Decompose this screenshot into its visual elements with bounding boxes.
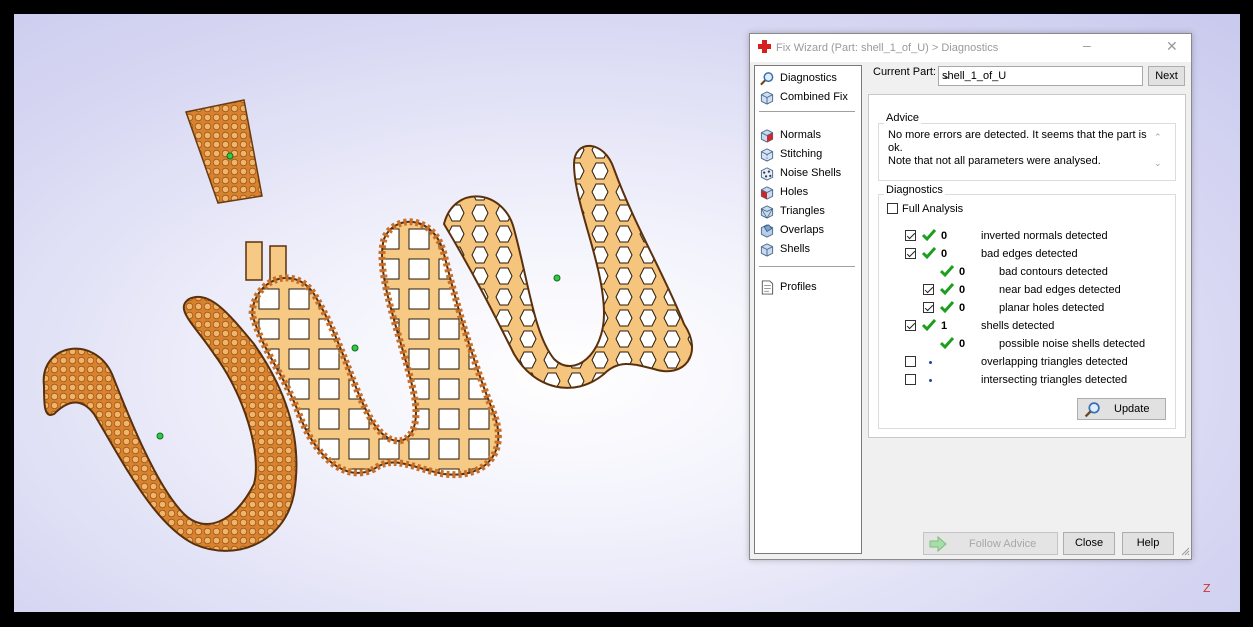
shells-text: shells detected — [981, 320, 1055, 332]
near-bad-edges-checkbox[interactable] — [923, 284, 934, 295]
bail-shape — [185, 99, 263, 204]
overlapping-triangles-checkbox[interactable] — [905, 356, 916, 367]
planar-holes-count: 0 — [959, 302, 966, 314]
follow-advice-label: Follow Advice — [969, 538, 1037, 550]
intersecting-triangles-checkbox[interactable] — [905, 374, 916, 385]
triangles-cube-icon — [760, 205, 774, 219]
chevron-down-icon: ⌄ — [942, 70, 952, 82]
overlapping-triangles-text: overlapping triangles detected — [981, 356, 1128, 368]
fix-wizard-dialog: Fix Wizard (Part: shell_1_of_U) > Diagno… — [749, 33, 1192, 560]
update-label: Update — [1114, 403, 1150, 415]
noise-shells-icon — [760, 167, 774, 181]
pending-dot-icon — [929, 379, 932, 382]
arrow-right-icon — [929, 536, 947, 552]
inverted-normals-checkbox[interactable] — [905, 230, 916, 241]
green-check-icon — [922, 229, 936, 242]
green-check-icon — [940, 283, 954, 296]
advice-line-1: No more errors are detected. It seems th… — [888, 129, 1147, 154]
pending-dot-icon — [929, 361, 932, 364]
holes-cube-icon — [760, 186, 774, 200]
shells-count: 1 — [941, 320, 948, 332]
bad-edges-text: bad edges detected — [981, 248, 1078, 260]
green-check-icon — [922, 319, 936, 332]
next-button[interactable]: Next — [1148, 66, 1185, 86]
bad-edges-count: 0 — [941, 248, 948, 260]
advice-text: No more errors are detected. It seems th… — [888, 129, 1148, 168]
minimize-button[interactable]: – — [1083, 37, 1091, 53]
axis-z-label: Z — [1203, 582, 1211, 595]
letter-u-honeycomb — [442, 144, 694, 389]
profiles-page-icon — [761, 280, 774, 295]
shells-checkbox[interactable] — [905, 320, 916, 331]
help-button[interactable]: Help — [1122, 532, 1174, 555]
current-part-label: Current Part: — [873, 66, 936, 78]
sidebar-separator — [759, 266, 855, 267]
current-part-select[interactable]: shell_1_of_U ⌄ — [938, 66, 1143, 86]
scroll-up-icon[interactable]: ⌃ — [1154, 132, 1162, 143]
normals-cube-icon — [760, 129, 774, 143]
diagnostics-title: Diagnostics — [884, 184, 945, 196]
noise-shells-text: possible noise shells detected — [999, 338, 1146, 350]
dialog-titlebar[interactable]: Fix Wizard (Part: shell_1_of_U) > Diagno… — [750, 34, 1191, 62]
magnifier-icon — [1084, 402, 1100, 418]
dialog-title: Fix Wizard (Part: shell_1_of_U) > Diagno… — [776, 42, 999, 54]
inverted-normals-text: inverted normals detected — [981, 230, 1108, 242]
bad-contours-text: bad contours detected — [999, 266, 1108, 278]
cube-icon — [760, 91, 774, 105]
follow-advice-button[interactable]: Follow Advice — [923, 532, 1058, 555]
magnifier-icon — [760, 72, 774, 86]
wizard-sidebar: Diagnostics Combined Fix Normals Stitchi… — [754, 65, 862, 554]
planar-holes-checkbox[interactable] — [923, 302, 934, 313]
inverted-normals-count: 0 — [941, 230, 948, 242]
green-check-icon — [922, 247, 936, 260]
red-cross-icon — [758, 40, 771, 53]
green-check-icon — [940, 265, 954, 278]
overlaps-cube-icon — [760, 224, 774, 238]
near-bad-edges-count: 0 — [959, 284, 966, 296]
sidebar-separator — [759, 111, 855, 112]
stitching-cube-icon — [760, 148, 774, 162]
advice-title: Advice — [884, 112, 922, 124]
noise-shells-count: 0 — [959, 338, 966, 350]
intersecting-triangles-text: intersecting triangles detected — [981, 374, 1128, 386]
scroll-down-icon[interactable]: ⌄ — [1154, 158, 1162, 169]
close-button[interactable]: Close — [1063, 532, 1115, 555]
near-bad-edges-text: near bad edges detected — [999, 284, 1121, 296]
full-analysis-label: Full Analysis — [902, 203, 964, 215]
planar-holes-text: planar holes detected — [999, 302, 1105, 314]
bad-contours-count: 0 — [959, 266, 966, 278]
close-window-button[interactable]: ✕ — [1166, 38, 1178, 55]
shells-cube-icon — [760, 243, 774, 257]
green-check-icon — [940, 301, 954, 314]
bad-edges-checkbox[interactable] — [905, 248, 916, 259]
advice-line-2: Note that not all parameters were analys… — [888, 155, 1101, 167]
update-button[interactable]: Update — [1077, 398, 1166, 420]
full-analysis-checkbox[interactable] — [887, 203, 898, 214]
green-check-icon — [940, 337, 954, 350]
resize-grip-icon[interactable] — [1180, 546, 1190, 556]
